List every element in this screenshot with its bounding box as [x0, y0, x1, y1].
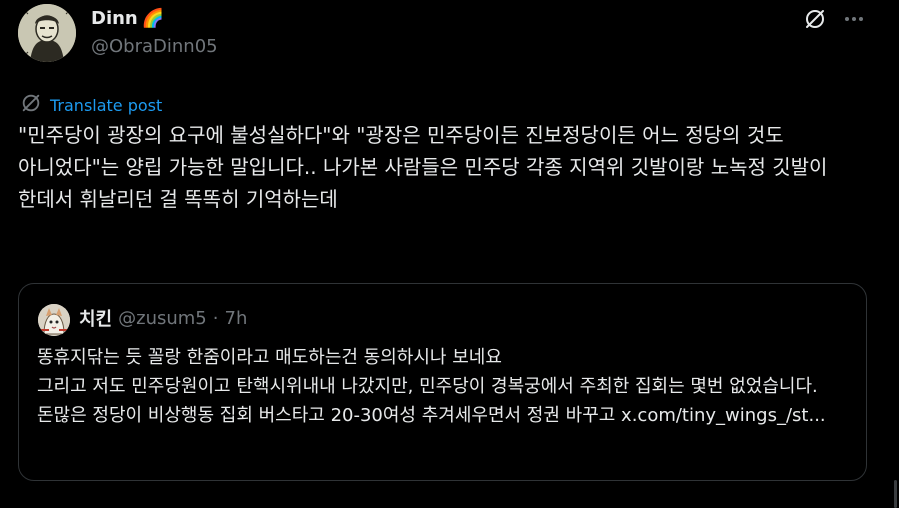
translate-label[interactable]: Translate post: [50, 96, 162, 115]
rainbow-emoji: 🌈: [141, 7, 165, 29]
quote-separator: ·: [212, 307, 219, 329]
quote-timestamp[interactable]: 7h: [225, 308, 248, 329]
quote-avatar-icon: [38, 304, 70, 336]
quote-text: 똥휴지닦는 듯 꼴랑 한줌이라고 매도하는건 동의하시나 보네요 그리고 저도 …: [37, 343, 852, 430]
author-handle[interactable]: @ObraDinn05: [91, 36, 218, 57]
scrollbar[interactable]: [894, 480, 897, 508]
post-text: "민주당이 광장의 요구에 불성실하다"와 "광장은 민주당이든 진보정당이든 …: [18, 123, 828, 211]
quote-link[interactable]: x.com/tiny_wings_/st...: [621, 405, 826, 426]
display-name[interactable]: Dinn: [91, 8, 138, 29]
avatar[interactable]: [18, 4, 76, 62]
quote-author-name[interactable]: 치킨: [79, 305, 112, 331]
quote-line-2: 그리고 저도 민주당원이고 탄핵시위내내 나갔지만, 민주당이 경복궁에서 주최…: [37, 372, 852, 430]
quote-header: 치킨 @zusum5 · 7h: [79, 305, 247, 331]
quote-author-handle[interactable]: @zusum5: [118, 308, 207, 329]
translate-icon: [20, 92, 42, 118]
more-icon[interactable]: [842, 6, 866, 30]
quote-avatar[interactable]: [38, 304, 70, 336]
grok-icon[interactable]: [803, 7, 827, 31]
quote-line-1: 똥휴지닦는 듯 꼴랑 한줌이라고 매도하는건 동의하시나 보네요: [37, 347, 502, 368]
translate-post-link[interactable]: Translate post: [20, 92, 162, 118]
quoted-tweet[interactable]: 치킨 @zusum5 · 7h 똥휴지닦는 듯 꼴랑 한줌이라고 매도하는건 동…: [18, 283, 867, 481]
author-name-row[interactable]: Dinn 🌈: [91, 6, 164, 30]
avatar-portrait-icon: [18, 4, 76, 62]
